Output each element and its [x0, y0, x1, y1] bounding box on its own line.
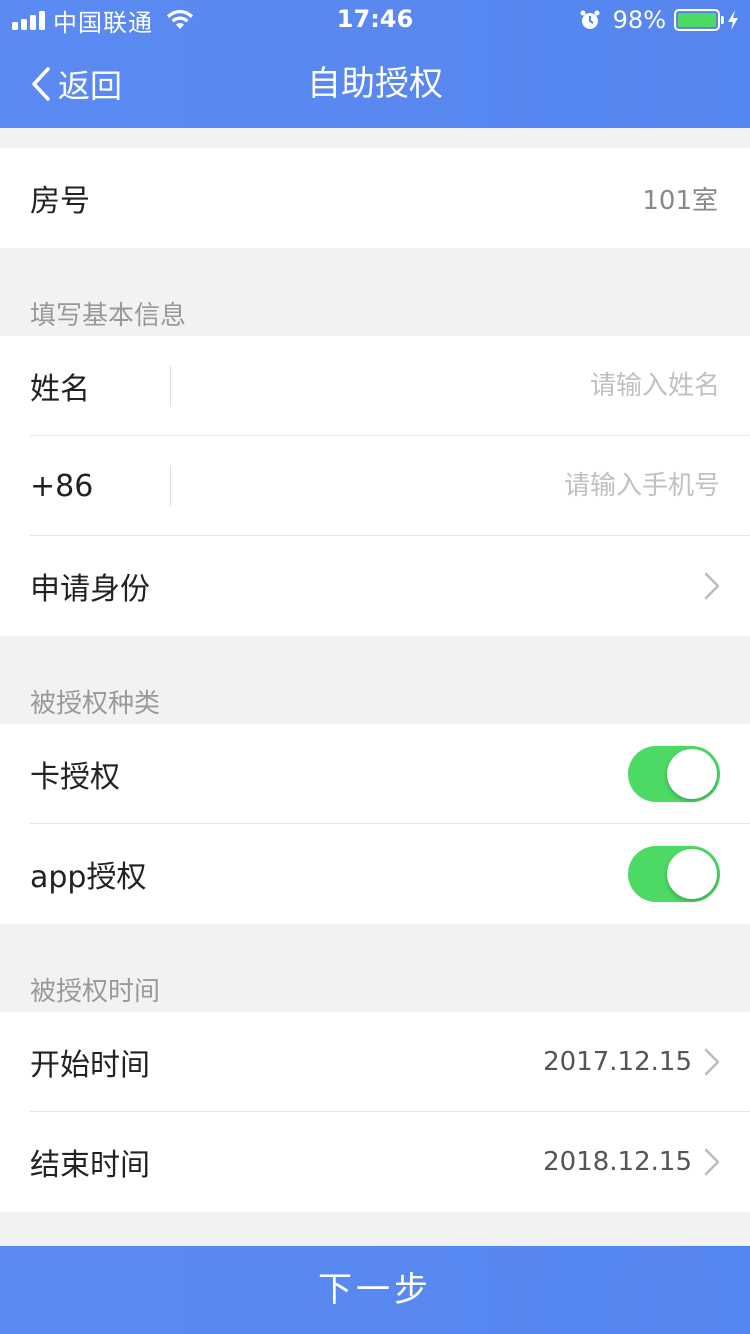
phone-input[interactable] [180, 464, 720, 508]
country-code-label: +86 [30, 468, 94, 504]
chevron-right-icon [704, 1148, 720, 1176]
card-auth-row: 卡授权 [0, 724, 750, 824]
card-auth-toggle[interactable] [628, 746, 720, 802]
auth-type-card: 卡授权 app授权 [0, 724, 750, 924]
room-label: 房号 [30, 184, 90, 219]
header: 中国联通 17:46 98% 返回 自助授权 [0, 0, 750, 128]
app-auth-label: app授权 [30, 860, 147, 895]
lightning-bolt-icon [728, 10, 738, 30]
start-time-label: 开始时间 [30, 1048, 150, 1083]
authorization-page: 中国联通 17:46 98% 返回 自助授权 房号 101室 填写基本信息 姓名… [0, 0, 750, 1334]
room-row: 房号 101室 [0, 148, 750, 248]
chevron-right-icon [704, 572, 720, 600]
identity-row[interactable]: 申请身份 [0, 536, 750, 636]
basic-info-card: 姓名 +86 申请身份 [0, 336, 750, 636]
auth-time-section-title: 被授权时间 [30, 977, 161, 1007]
end-time-row[interactable]: 结束时间 2018.12.15 [0, 1112, 750, 1212]
auth-type-section-title: 被授权种类 [30, 689, 161, 719]
end-time-value: 2018.12.15 [543, 1147, 692, 1177]
identity-label: 申请身份 [30, 572, 150, 607]
field-divider [170, 466, 171, 506]
battery-percentage: 98% [612, 6, 666, 34]
card-auth-label: 卡授权 [30, 760, 120, 795]
battery-icon [674, 9, 724, 31]
chevron-right-icon [704, 1048, 720, 1076]
page-title: 自助授权 [307, 64, 443, 104]
name-label: 姓名 [30, 372, 90, 407]
next-step-button[interactable]: 下一步 [0, 1246, 750, 1334]
phone-row: +86 [0, 436, 750, 536]
field-divider [170, 366, 171, 406]
name-input[interactable] [180, 364, 720, 408]
basic-info-section-title: 填写基本信息 [30, 301, 187, 331]
start-time-value: 2017.12.15 [543, 1047, 692, 1077]
app-auth-toggle[interactable] [628, 846, 720, 902]
end-time-label: 结束时间 [30, 1148, 150, 1183]
room-card: 房号 101室 [0, 148, 750, 248]
start-time-row[interactable]: 开始时间 2017.12.15 [0, 1012, 750, 1112]
app-auth-row: app授权 [0, 824, 750, 924]
status-bar: 中国联通 17:46 98% [0, 0, 750, 40]
auth-time-card: 开始时间 2017.12.15 结束时间 2018.12.15 [0, 1012, 750, 1212]
room-value: 101室 [642, 185, 718, 216]
name-row: 姓名 [0, 336, 750, 436]
nav-bar: 返回 自助授权 [0, 40, 750, 128]
alarm-clock-icon [580, 10, 600, 29]
